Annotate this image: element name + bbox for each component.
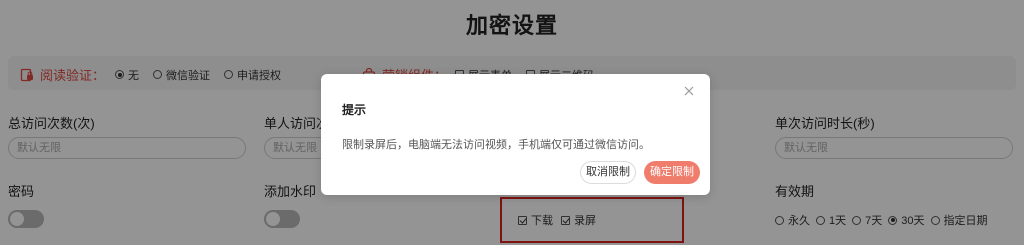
close-icon[interactable]: [682, 84, 696, 98]
confirm-restriction-button[interactable]: 确定限制: [644, 161, 700, 184]
prompt-dialog: 提示 限制录屏后，电脑端无法访问视频，手机端仅可通过微信访问。 取消限制 确定限…: [321, 74, 710, 195]
dialog-message: 限制录屏后，电脑端无法访问视频，手机端仅可通过微信访问。: [342, 139, 650, 151]
cancel-restriction-button[interactable]: 取消限制: [580, 161, 636, 184]
dialog-title: 提示: [342, 103, 367, 117]
